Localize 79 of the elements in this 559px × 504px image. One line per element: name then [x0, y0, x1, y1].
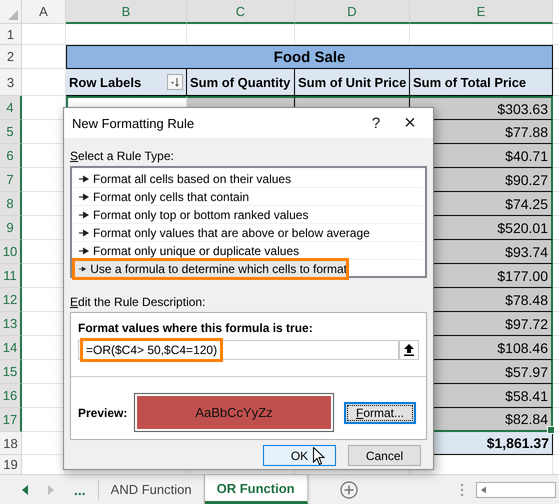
- total-price-cell: $78.48: [505, 292, 548, 308]
- triangle-icon: [8, 10, 18, 20]
- column-heading-text: Sum of Unit Price: [298, 74, 406, 90]
- cancel-button[interactable]: Cancel: [348, 445, 421, 466]
- row-header[interactable]: 8: [0, 192, 22, 216]
- total-price-cell: $520.01: [497, 220, 548, 236]
- row-header[interactable]: 13: [0, 312, 22, 336]
- row-header[interactable]: 16: [0, 384, 22, 408]
- total-price-cell: $58.41: [505, 388, 548, 404]
- total-price-cell: $57.97: [505, 364, 548, 380]
- ok-button[interactable]: OK: [263, 445, 336, 466]
- column-heading-text: Sum of Total Price: [413, 74, 526, 90]
- preview-label: Preview:: [78, 406, 128, 420]
- horizontal-scrollbar[interactable]: [476, 482, 556, 498]
- column-heading-text: Sum of Quantity: [190, 74, 290, 90]
- column-header[interactable]: C: [187, 0, 295, 24]
- total-price-cell: $82.84: [505, 411, 548, 427]
- scroll-left-icon[interactable]: [480, 486, 486, 494]
- filter-dropdown-icon[interactable]: [167, 74, 183, 90]
- help-button[interactable]: ?: [359, 108, 393, 138]
- add-sheet-icon[interactable]: [340, 480, 358, 498]
- fill-handle[interactable]: [547, 426, 555, 434]
- pivot-title: Food Sale: [66, 45, 553, 69]
- section-label: Edit the Rule Description:: [70, 295, 206, 309]
- arrow-icon: [79, 192, 89, 200]
- column-header[interactable]: E: [410, 0, 553, 24]
- row-header[interactable]: 15: [0, 360, 22, 384]
- total-price-cell: $77.88: [505, 124, 548, 140]
- total-price-cell: $303.63: [497, 100, 548, 116]
- total-price-cell: $177.00: [497, 268, 548, 284]
- row-header[interactable]: 7: [0, 168, 22, 192]
- row-header[interactable]: 5: [0, 120, 22, 144]
- row-header[interactable]: 12: [0, 288, 22, 312]
- row-header[interactable]: 4: [0, 96, 22, 120]
- more-sheets-button[interactable]: ...: [74, 482, 86, 498]
- column-header[interactable]: A: [22, 0, 66, 24]
- section-label: Select a Rule Type:: [70, 149, 175, 163]
- dialog-title: New Formatting Rule: [72, 116, 194, 130]
- row-header[interactable]: 6: [0, 144, 22, 168]
- total-price-cell: $40.71: [505, 148, 548, 164]
- formula-input-field[interactable]: =OR($C4> 50,$C4=120): [78, 340, 399, 360]
- total-price-cell: $74.25: [505, 196, 548, 212]
- formula-label: Format values where this formula is true:: [78, 321, 314, 335]
- up-arrow-icon: [404, 344, 414, 356]
- rule-type-item[interactable]: Use a formula to determine which cells to format: [74, 260, 347, 278]
- row-header[interactable]: 3: [0, 69, 22, 96]
- total-price-cell: $97.72: [505, 316, 548, 332]
- total-price-cell: $93.74: [505, 244, 548, 260]
- close-button[interactable]: ×: [393, 108, 427, 138]
- mouse-pointer-icon: [313, 447, 325, 466]
- total-price-cell: $108.46: [497, 340, 548, 356]
- row-header[interactable]: 1: [0, 24, 22, 45]
- row-header[interactable]: 18: [0, 432, 22, 455]
- column-heading-text: Row Labels: [69, 74, 142, 90]
- row-header[interactable]: 11: [0, 264, 22, 288]
- row-header[interactable]: 10: [0, 240, 22, 264]
- row-header[interactable]: 9: [0, 216, 22, 240]
- total-price-cell: $90.27: [505, 172, 548, 188]
- splitter-handle-icon[interactable]: [460, 482, 464, 496]
- row-header[interactable]: 17: [0, 408, 22, 432]
- arrow-icon: [79, 264, 86, 272]
- column-header[interactable]: B: [66, 0, 187, 24]
- rule-type-item[interactable]: Format only values that are above or below average: [74, 224, 423, 242]
- preview-sample: AaBbCcYyZz: [137, 396, 331, 429]
- rule-type-item[interactable]: Format all cells based on their values: [74, 170, 423, 188]
- rule-type-item[interactable]: Format only top or bottom ranked values: [74, 206, 423, 224]
- arrow-icon: [79, 174, 89, 182]
- arrow-icon: [79, 228, 89, 236]
- row-header[interactable]: 19: [0, 455, 22, 475]
- rule-type-item[interactable]: Format only cells that contain: [74, 188, 423, 206]
- row-header[interactable]: 14: [0, 336, 22, 360]
- collapse-dialog-button[interactable]: [399, 340, 419, 360]
- format-button[interactable]: Format...: [344, 402, 416, 424]
- row-header[interactable]: 2: [0, 45, 22, 69]
- arrow-icon: [79, 246, 89, 254]
- sheet-tab[interactable]: OR Function: [204, 475, 308, 504]
- column-header[interactable]: D: [295, 0, 410, 24]
- arrow-icon: [79, 210, 89, 218]
- previous-sheet-icon[interactable]: [22, 484, 28, 494]
